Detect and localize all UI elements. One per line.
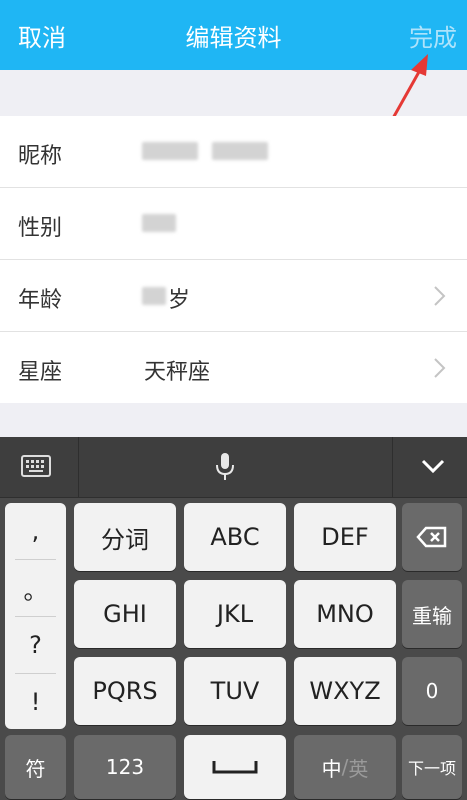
page-title: 编辑资料 bbox=[185, 24, 282, 52]
numbers-button[interactable]: 123 bbox=[74, 735, 176, 799]
nickname-label: 昵称 bbox=[18, 144, 63, 169]
punct-key[interactable]: 。 bbox=[5, 560, 66, 616]
gender-row[interactable]: 性别 bbox=[0, 188, 467, 260]
nickname-row[interactable]: 昵称 bbox=[0, 116, 467, 188]
microphone-icon[interactable] bbox=[214, 451, 236, 483]
keyboard-icon[interactable] bbox=[21, 455, 51, 477]
reenter-button[interactable]: 重输 bbox=[402, 580, 462, 648]
ime-keyboard: , 。 ? ! 分词 ABC DEF GHI JKL MNO 重输 PQRS T… bbox=[0, 437, 467, 800]
key-zero[interactable]: 0 bbox=[402, 657, 462, 725]
nickname-redacted-2 bbox=[212, 142, 268, 160]
key-tuv[interactable]: TUV bbox=[184, 657, 286, 725]
symbols-button[interactable]: 符 bbox=[5, 735, 66, 799]
punctuation-column[interactable]: , 。 ? ! bbox=[5, 503, 66, 729]
toolbar-divider bbox=[392, 437, 393, 497]
zodiac-label: 星座 bbox=[18, 360, 63, 385]
nav-bar: 取消 编辑资料 完成 bbox=[0, 0, 467, 70]
chevron-right-icon bbox=[434, 286, 446, 306]
key-ghi[interactable]: GHI bbox=[74, 580, 176, 648]
english-label: 英 bbox=[348, 756, 369, 781]
key-def[interactable]: DEF bbox=[294, 503, 396, 571]
gender-redacted bbox=[142, 214, 176, 232]
space-icon bbox=[212, 761, 258, 774]
space-button[interactable] bbox=[184, 735, 286, 799]
keyboard-toolbar bbox=[0, 437, 467, 498]
key-abc[interactable]: ABC bbox=[184, 503, 286, 571]
next-field-button[interactable]: 下一项 bbox=[402, 735, 462, 799]
age-redacted bbox=[142, 287, 166, 305]
chevron-right-icon bbox=[434, 358, 446, 378]
key-wxyz[interactable]: WXYZ bbox=[294, 657, 396, 725]
done-button[interactable]: 完成 bbox=[409, 18, 457, 53]
punct-key[interactable]: ! bbox=[5, 674, 66, 730]
profile-form: 昵称 性别 年龄 岁 星座 天秤座 bbox=[0, 116, 467, 403]
chevron-down-icon[interactable] bbox=[420, 457, 446, 475]
key-mno[interactable]: MNO bbox=[294, 580, 396, 648]
nickname-redacted bbox=[142, 142, 198, 160]
toolbar-divider bbox=[78, 437, 79, 497]
chinese-label: 中 bbox=[321, 756, 342, 781]
punct-key[interactable]: , bbox=[5, 503, 66, 559]
zodiac-row[interactable]: 星座 天秤座 bbox=[0, 332, 467, 403]
gender-label: 性别 bbox=[18, 216, 63, 241]
language-toggle-button[interactable]: 中 / 英 bbox=[294, 735, 396, 799]
age-suffix: 岁 bbox=[168, 288, 191, 313]
punct-key[interactable]: ? bbox=[5, 617, 66, 673]
age-label: 年龄 bbox=[18, 288, 63, 313]
backspace-icon bbox=[416, 526, 447, 548]
key-segment[interactable]: 分词 bbox=[74, 503, 176, 571]
slash-label: / bbox=[341, 755, 349, 779]
key-pqrs[interactable]: PQRS bbox=[74, 657, 176, 725]
key-jkl[interactable]: JKL bbox=[184, 580, 286, 648]
age-row[interactable]: 年龄 岁 bbox=[0, 260, 467, 332]
backspace-button[interactable] bbox=[402, 503, 462, 571]
zodiac-value: 天秤座 bbox=[144, 360, 211, 385]
